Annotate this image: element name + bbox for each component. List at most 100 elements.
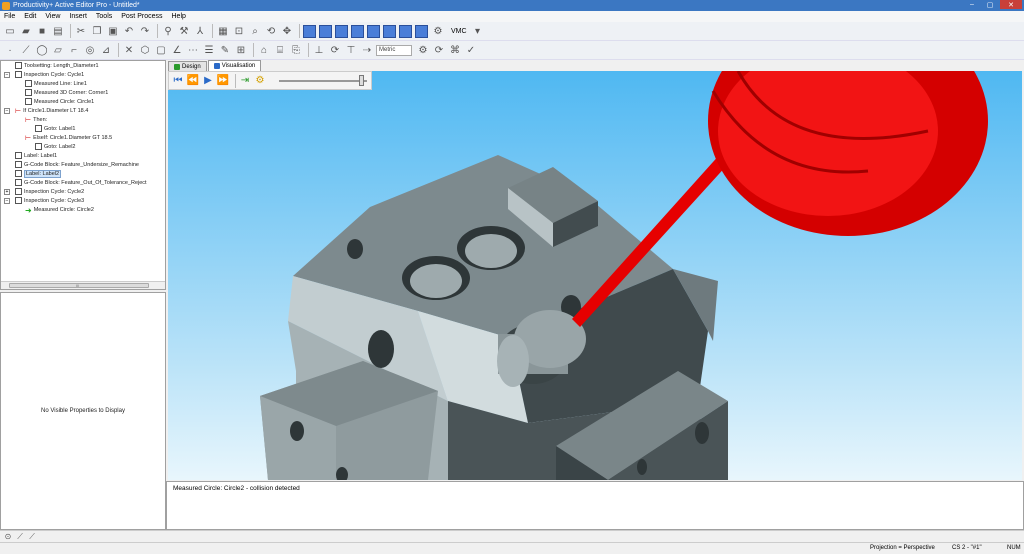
minimize-button[interactable]: – <box>964 0 980 9</box>
tree-scrollbar[interactable]: III <box>1 281 165 289</box>
menu-view[interactable]: View <box>45 13 60 20</box>
menu-edit[interactable]: Edit <box>24 13 36 20</box>
collapse-toggle[interactable]: − <box>4 72 10 78</box>
tree-item[interactable]: Inspection Cycle: Cycle2 <box>15 187 84 196</box>
plane-icon[interactable]: ▱ <box>51 43 65 57</box>
tree-item[interactable]: Inspection Cycle: Cycle3 <box>15 196 84 205</box>
check-icon[interactable]: ✓ <box>464 43 478 57</box>
line-icon[interactable]: ⟋ <box>19 43 33 57</box>
corner-icon[interactable]: ⌐ <box>67 43 81 57</box>
nc-icon[interactable]: ✎ <box>218 43 232 57</box>
step-back-icon[interactable]: ⏪ <box>187 75 199 87</box>
tool-icon[interactable]: ⚒ <box>177 24 191 38</box>
view-top-icon[interactable] <box>383 24 396 38</box>
loop-icon[interactable]: ⟳ <box>328 43 342 57</box>
view-right-icon[interactable] <box>367 24 380 38</box>
scrollbar-thumb[interactable]: III <box>9 283 149 288</box>
tree-item[interactable]: ⊢ If Circle1.Diameter LT 18.4 <box>15 106 88 116</box>
menu-file[interactable]: File <box>4 13 15 20</box>
copy-icon[interactable]: ❐ <box>90 24 104 38</box>
rotate-icon[interactable]: ⟲ <box>264 24 278 38</box>
new-file-icon[interactable]: ▭ <box>3 24 17 38</box>
export-icon[interactable]: ⇥ <box>239 75 251 87</box>
shield-icon[interactable]: ⬡ <box>138 43 152 57</box>
report-icon[interactable]: ⎘ <box>289 43 303 57</box>
save-icon[interactable]: ■ <box>35 24 49 38</box>
zoom-window-icon[interactable]: ⊡ <box>232 24 246 38</box>
chevron-down-icon[interactable]: ▾ <box>471 24 485 38</box>
tree-item[interactable]: Toolsetting: Length_Diameter1 <box>15 61 99 70</box>
target-icon[interactable]: ⊙ <box>3 532 13 542</box>
collapse-toggle[interactable]: − <box>4 198 10 204</box>
playback-slider[interactable] <box>279 80 367 82</box>
tree-item[interactable]: ⊢ ElseIf: Circle1.Diameter GT 18.5 <box>25 133 112 143</box>
axis-icon[interactable]: ⅄ <box>193 24 207 38</box>
tree-item[interactable]: ⊢ Then: <box>25 115 47 125</box>
machine-label[interactable]: VMC <box>451 28 467 35</box>
redo-icon[interactable]: ↷ <box>138 24 152 38</box>
play-icon[interactable]: ▶ <box>202 75 214 87</box>
close-button[interactable]: ✕ <box>1000 0 1022 9</box>
gcode-icon[interactable]: ⊞ <box>234 43 248 57</box>
probe-icon[interactable]: ⚲ <box>161 24 175 38</box>
view-iso-icon[interactable] <box>303 24 316 38</box>
menu-insert[interactable]: Insert <box>69 13 87 20</box>
tree-item[interactable]: Measured 3D Corner: Corner1 <box>25 88 108 97</box>
menu-post-process[interactable]: Post Process <box>121 13 162 20</box>
program-tree[interactable]: Toolsetting: Length_Diameter1 − Inspecti… <box>0 60 166 290</box>
open-folder-icon[interactable]: ▰ <box>19 24 33 38</box>
pan-icon[interactable]: ✥ <box>280 24 294 38</box>
tab-design[interactable]: Design <box>168 61 207 71</box>
machine-icon[interactable]: ⚙ <box>431 24 445 38</box>
cut-icon[interactable]: ✂ <box>74 24 88 38</box>
expand-toggle[interactable]: + <box>4 189 10 195</box>
view-back-icon[interactable] <box>335 24 348 38</box>
tree-item[interactable]: Goto: Label2 <box>35 142 76 151</box>
view-custom-icon[interactable] <box>415 24 428 38</box>
settings-icon[interactable]: ⚙ <box>416 43 430 57</box>
tree-item[interactable]: Label: Label1 <box>15 151 57 160</box>
box-icon[interactable]: ▢ <box>154 43 168 57</box>
tree-item-selected[interactable]: Label: Label2 <box>15 169 62 178</box>
collapse-toggle[interactable]: − <box>4 108 10 114</box>
units-select[interactable]: Metric <box>376 44 412 56</box>
branch-icon[interactable]: ⊥ <box>312 43 326 57</box>
edge-icon[interactable]: ⊿ <box>99 43 113 57</box>
undo-icon[interactable]: ↶ <box>122 24 136 38</box>
simulate-icon[interactable]: ⚙ <box>254 75 266 87</box>
goto-icon[interactable]: ⇢ <box>360 43 374 57</box>
probe-small-icon[interactable]: ⟋ <box>15 532 25 542</box>
rewind-icon[interactable]: ⏮ <box>172 75 184 87</box>
window-view-icon[interactable]: ▦ <box>216 24 230 38</box>
view-front-icon[interactable] <box>319 24 332 38</box>
condition-icon[interactable]: ⌂ <box>257 43 271 57</box>
step-forward-icon[interactable]: ⏩ <box>217 75 229 87</box>
list-icon[interactable]: ☰ <box>202 43 216 57</box>
tree-item[interactable]: Measured Circle: Circle1 <box>25 97 94 106</box>
wand-icon[interactable]: ⟋ <box>27 532 37 542</box>
zoom-icon[interactable]: ⌕ <box>248 24 262 38</box>
tree-item[interactable]: ➜ Measured Circle: Circle2 <box>25 205 94 215</box>
bore-icon[interactable]: ◎ <box>83 43 97 57</box>
3d-viewport[interactable] <box>168 71 1022 480</box>
menu-tools[interactable]: Tools <box>96 13 112 20</box>
tab-visualisation[interactable]: Visualisation <box>207 60 262 71</box>
menu-help[interactable]: Help <box>172 13 186 20</box>
slider-thumb[interactable] <box>359 75 364 86</box>
maximize-button[interactable]: ▢ <box>982 0 998 9</box>
view-left-icon[interactable] <box>351 24 364 38</box>
sync-icon[interactable]: ⟳ <box>432 43 446 57</box>
tree-item[interactable]: Inspection Cycle: Cycle1 <box>15 70 84 79</box>
tree-item[interactable]: Goto: Label1 <box>35 124 76 133</box>
tree-item[interactable]: Measured Line: Line1 <box>25 79 87 88</box>
tree-item[interactable]: G-Code Block: Feature_Undersize_Remachin… <box>15 160 139 169</box>
variable-icon[interactable]: ⌸ <box>273 43 287 57</box>
connect-icon[interactable]: ⋯ <box>186 43 200 57</box>
angle-icon[interactable]: ∠ <box>170 43 184 57</box>
view-bottom-icon[interactable] <box>399 24 412 38</box>
point-icon[interactable]: · <box>3 43 17 57</box>
print-icon[interactable]: ▤ <box>51 24 65 38</box>
cross-icon[interactable]: ✕ <box>122 43 136 57</box>
label-icon[interactable]: ⊤ <box>344 43 358 57</box>
tree-item[interactable]: G-Code Block: Feature_Out_Of_Tolerance_R… <box>15 178 147 187</box>
